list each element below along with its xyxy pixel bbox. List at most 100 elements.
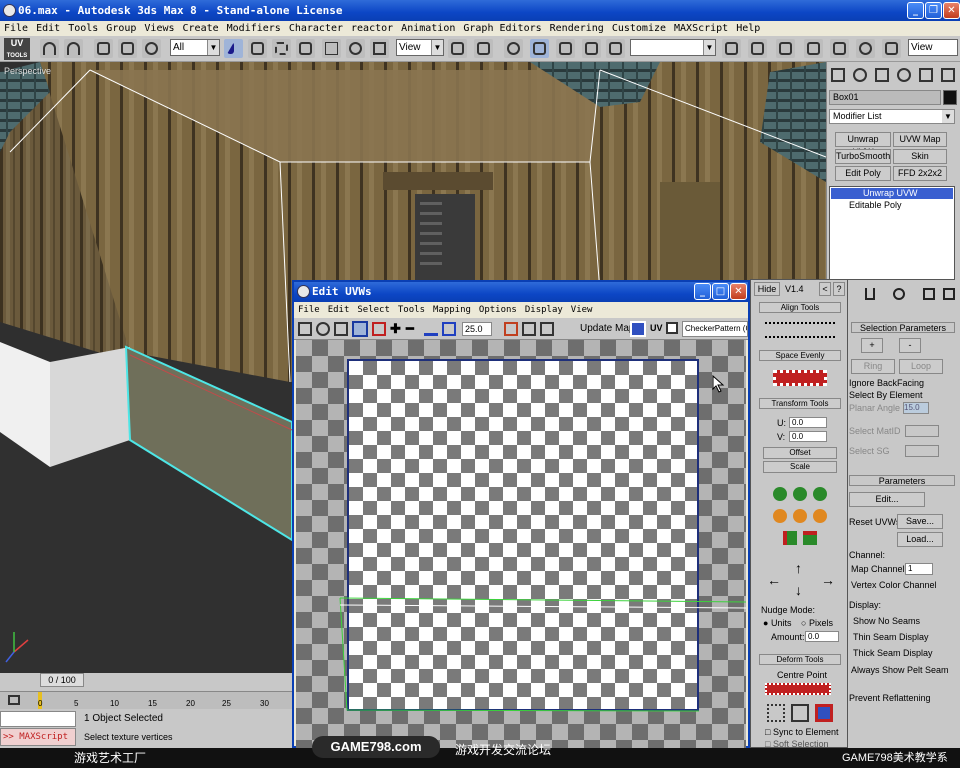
weld-icon[interactable] [522, 322, 536, 336]
uv-rotate-icon[interactable] [316, 322, 330, 336]
planar-angle-spinner[interactable]: 15.0 [903, 402, 929, 414]
menu-customize[interactable]: Customize [608, 21, 670, 36]
menu-rendering[interactable]: Rendering [546, 21, 608, 36]
edit-uvws-minimize-button[interactable]: _ [694, 283, 711, 300]
rotate-ccw-icon[interactable] [773, 487, 787, 501]
menu-reactor[interactable]: reactor [347, 21, 397, 36]
skin-button[interactable]: Skin [893, 149, 947, 164]
menu-graph-editors[interactable]: Graph Editors [459, 21, 545, 36]
stack-item-unwrap-uvw[interactable]: Unwrap UVW [831, 188, 953, 199]
maxscript-listener-top[interactable] [0, 711, 76, 727]
ffd-2x2x2-button[interactable]: FFD 2x2x2 [893, 166, 947, 181]
nudge-left-icon[interactable]: ← [767, 572, 781, 588]
space-evenly-rollout[interactable]: Space Evenly [759, 350, 841, 361]
edit-poly-button[interactable]: Edit Poly [835, 166, 891, 181]
falloff-space-icon[interactable] [442, 322, 456, 336]
expand-selection-icon[interactable]: ✚ [390, 322, 401, 335]
edit-uvws-button[interactable]: Edit... [849, 492, 925, 507]
uv-menu-mapping[interactable]: Mapping [429, 302, 475, 318]
select-matid-button[interactable]: Select MatID [849, 426, 901, 436]
select-by-element-checkbox[interactable]: Select By Element [849, 390, 923, 400]
mirror-icon[interactable] [722, 39, 741, 58]
menu-create[interactable]: Create [179, 21, 223, 36]
matid-spinner[interactable] [905, 425, 939, 437]
select-and-manipulate-icon[interactable] [474, 39, 493, 58]
uv-editor-canvas[interactable] [296, 340, 746, 748]
align-tools-icons[interactable] [765, 322, 835, 338]
uv-tools-button[interactable]: UV TOOLS [4, 38, 30, 60]
frame-counter[interactable]: 0 / 100 [40, 673, 84, 687]
modify-tab-icon[interactable] [853, 68, 867, 82]
amount-spinner[interactable]: 0.0 [805, 631, 839, 642]
select-and-rotate-icon[interactable] [346, 39, 365, 58]
motion-tab-icon[interactable] [897, 68, 911, 82]
reference-coordinate-select[interactable]: View ▼ [396, 39, 444, 56]
selection-parameters-rollout[interactable]: Selection Parameters [851, 322, 955, 333]
vertex-color-channel-radio[interactable]: Vertex Color Channel [851, 580, 937, 590]
contract-selection-icon[interactable]: ━ [406, 322, 414, 335]
render-type-select[interactable]: View [908, 39, 958, 56]
layer-manager-icon[interactable] [776, 39, 795, 58]
thick-seam-display-radio[interactable]: Thick Seam Display [853, 648, 933, 658]
select-object-icon[interactable] [224, 39, 243, 58]
u-spinner[interactable]: 0.0 [789, 417, 827, 428]
show-end-result-icon[interactable] [893, 288, 905, 300]
pivot-center-icon[interactable] [448, 39, 467, 58]
uv-menu-view[interactable]: View [567, 302, 597, 318]
map-channel-radio[interactable]: Map Channel: [851, 564, 907, 574]
maxscript-mini-listener[interactable]: >> MAXScript [0, 728, 76, 746]
hierarchy-tab-icon[interactable] [875, 68, 889, 82]
uv-move-icon[interactable] [298, 322, 312, 336]
uv-menu-edit[interactable]: Edit [324, 302, 354, 318]
uv-coords-toggle[interactable]: UV [650, 323, 663, 333]
soft-selection-falloff-spinner[interactable]: 25.0 [462, 322, 492, 336]
texture-select-dropdown[interactable]: CheckerPattern (Checker) [682, 321, 748, 337]
menu-file[interactable]: File [0, 21, 32, 36]
rectangular-selection-icon[interactable] [272, 39, 291, 58]
redo-icon[interactable] [64, 39, 83, 58]
edit-uvws-close-button[interactable]: ✕ [730, 283, 747, 300]
utilities-tab-icon[interactable] [941, 68, 955, 82]
create-tab-icon[interactable] [831, 68, 845, 82]
undo-icon[interactable] [40, 39, 59, 58]
render-scene-icon[interactable] [882, 39, 901, 58]
weld-target-icon[interactable] [540, 322, 554, 336]
uv-menu-options[interactable]: Options [475, 302, 521, 318]
hide-panel-button[interactable]: Hide [754, 282, 780, 296]
thin-seam-display-radio[interactable]: Thin Seam Display [853, 632, 929, 642]
rotate-45-ccw-icon[interactable] [773, 509, 787, 523]
reset-uvws-button[interactable]: Reset UVWs [849, 517, 901, 527]
collapse-panel-button[interactable]: < [819, 282, 831, 296]
menu-character[interactable]: Character [285, 21, 347, 36]
pelt-map-icon[interactable] [815, 704, 833, 722]
uv-mirror-icon[interactable] [372, 322, 386, 336]
ignore-backfacing-checkbox[interactable]: Ignore BackFacing [849, 378, 924, 388]
nudge-up-icon[interactable]: ↑ [795, 560, 802, 576]
uv-menu-tools[interactable]: Tools [394, 302, 429, 318]
update-map-button[interactable]: Update Map [580, 322, 634, 336]
viewport-label[interactable]: Perspective [4, 66, 51, 76]
menu-maxscript[interactable]: MAXScript [670, 21, 732, 36]
selection-filter-select[interactable]: All ▼ [170, 39, 220, 56]
material-editor-icon[interactable] [856, 39, 875, 58]
uv-menu-file[interactable]: File [294, 302, 324, 318]
percent-snap-icon[interactable] [530, 39, 549, 58]
space-evenly-icons[interactable] [773, 370, 827, 386]
turbosmooth-button[interactable]: TurboSmooth [835, 149, 891, 164]
select-and-link-icon[interactable] [94, 39, 113, 58]
nudge-right-icon[interactable]: → [821, 572, 835, 588]
uv-menu-select[interactable]: Select [353, 302, 394, 318]
edit-uvws-title-bar[interactable]: Edit UVWs _ □ ✕ [294, 282, 748, 302]
stitch-icon[interactable] [791, 704, 809, 722]
modifier-list-select[interactable]: Modifier List ▼ [829, 109, 955, 124]
stack-item-editable-poly[interactable]: Editable Poly [831, 200, 953, 211]
sg-spinner[interactable] [905, 445, 939, 457]
menu-edit[interactable]: Edit [32, 21, 64, 36]
break-icon[interactable] [504, 322, 518, 336]
spinner-snap-icon[interactable] [556, 39, 575, 58]
select-and-scale-icon[interactable] [370, 39, 389, 58]
window-crossing-icon[interactable] [296, 39, 315, 58]
edit-named-selection-icon[interactable] [582, 39, 601, 58]
transform-tools-rollout[interactable]: Transform Tools [759, 398, 841, 409]
deform-tools-rollout[interactable]: Deform Tools [759, 654, 841, 665]
